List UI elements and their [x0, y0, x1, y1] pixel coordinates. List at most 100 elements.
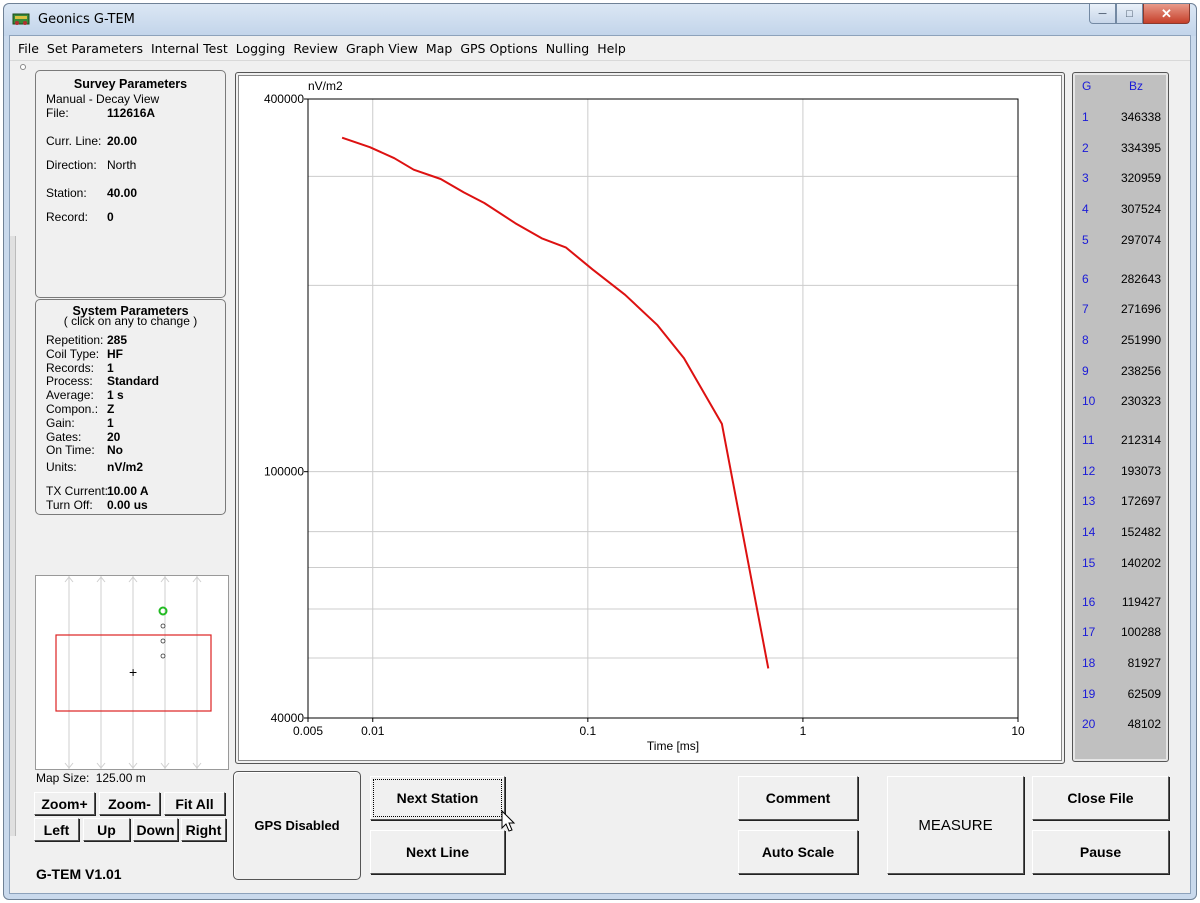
- zoom-in-button[interactable]: Zoom+: [34, 792, 95, 815]
- menu-nulling[interactable]: Nulling: [546, 41, 598, 56]
- comment-button[interactable]: Comment: [738, 776, 858, 820]
- gate-number: 7: [1082, 302, 1089, 317]
- menu-help[interactable]: Help: [597, 41, 634, 56]
- gate-row: 13 172697: [1073, 494, 1170, 510]
- menu-internal-test[interactable]: Internal Test: [151, 41, 236, 56]
- menu-file[interactable]: File: [18, 41, 47, 56]
- gate-number: 4: [1082, 202, 1089, 217]
- system-param-label: Repetition:: [46, 333, 104, 347]
- system-param-value[interactable]: 285: [107, 333, 127, 347]
- system-param-value[interactable]: Standard: [107, 374, 159, 388]
- station-point: [160, 653, 166, 659]
- gate-bz-value: 282643: [1120, 271, 1161, 286]
- x-tick-label: 0.1: [579, 724, 596, 738]
- view-mode-label: Manual - Decay View: [46, 92, 160, 106]
- maximize-icon: □: [1126, 7, 1133, 20]
- menu-logging[interactable]: Logging: [236, 41, 294, 56]
- system-param-value[interactable]: 20: [107, 430, 120, 444]
- pan-down-button[interactable]: Down: [133, 818, 178, 841]
- x-axis-label: Time [ms]: [647, 739, 699, 753]
- system-param-label: Process:: [46, 374, 93, 389]
- gate-bz-value: 100288: [1120, 625, 1161, 640]
- map-size-value: 125.00 m: [95, 771, 146, 785]
- gate-row: 15 140202: [1073, 556, 1170, 572]
- window-title: Geonics G-TEM: [38, 12, 135, 27]
- system-param-value[interactable]: 1: [107, 416, 114, 430]
- survey-map[interactable]: +: [35, 575, 229, 770]
- pan-right-button[interactable]: Right: [181, 818, 226, 841]
- turn-off-value[interactable]: 0.00 us: [107, 498, 148, 512]
- title-bar[interactable]: Geonics G-TEM ─ □ ✕: [4, 4, 1196, 36]
- gate-bz-value: 346338: [1120, 110, 1161, 124]
- close-file-button[interactable]: Close File: [1032, 776, 1169, 820]
- close-window-button[interactable]: ✕: [1143, 4, 1190, 24]
- next-station-button[interactable]: Next Station: [370, 776, 505, 820]
- gate-number: 11: [1082, 433, 1095, 447]
- zoom-out-button[interactable]: Zoom-: [99, 792, 160, 815]
- maximize-button[interactable]: □: [1116, 4, 1143, 24]
- gate-number: 6: [1082, 271, 1089, 286]
- system-param-value[interactable]: 1 s: [107, 388, 124, 402]
- gps-status-text: GPS Disabled: [254, 818, 340, 833]
- gate-bz-value: 193073: [1120, 463, 1161, 478]
- y-tick-label: 400000: [264, 92, 304, 106]
- gate-row: 8 251990: [1073, 333, 1170, 349]
- measure-button[interactable]: MEASURE: [887, 776, 1024, 874]
- gate-row: 9 238256: [1073, 364, 1170, 380]
- gate-number: 17: [1082, 625, 1096, 640]
- auto-scale-button[interactable]: Auto Scale: [738, 830, 858, 874]
- gate-row: 19 62509: [1073, 687, 1170, 703]
- direction-value[interactable]: North: [107, 158, 136, 172]
- system-param-value[interactable]: Z: [107, 402, 114, 416]
- menu-bar: File Set Parameters Internal Test Loggin…: [10, 36, 1190, 61]
- system-parameters-hint: ( click on any to change ): [63, 314, 198, 328]
- gate-number: 14: [1082, 525, 1096, 540]
- tx-current-value[interactable]: 10.00 A: [107, 484, 149, 498]
- station-label: Station:: [46, 186, 87, 200]
- gate-number: 3: [1082, 171, 1089, 186]
- file-label: File:: [46, 106, 69, 120]
- minimize-button[interactable]: ─: [1089, 4, 1116, 24]
- decay-plot[interactable]: 0.005 0.01 0.1 1 10 40000 100000 400000 Time [ms…: [235, 72, 1065, 764]
- record-label: Record:: [46, 210, 89, 224]
- gate-row: 10 230323: [1073, 394, 1170, 410]
- gate-row: 7 271696: [1073, 302, 1170, 318]
- system-param-value[interactable]: HF: [107, 347, 123, 361]
- line-value[interactable]: 20.00: [107, 134, 137, 148]
- gate-number: 16: [1082, 594, 1096, 609]
- system-param-value[interactable]: 1: [107, 361, 114, 375]
- menu-set-parameters[interactable]: Set Parameters: [47, 41, 151, 56]
- units-value[interactable]: nV/m2: [107, 460, 143, 474]
- version-label: G-TEM V1.01: [36, 866, 122, 882]
- gate-row: 17 100288: [1073, 625, 1170, 641]
- fit-all-button[interactable]: Fit All: [164, 792, 225, 815]
- gate-row: 2 334395: [1073, 141, 1170, 157]
- pan-left-button[interactable]: Left: [34, 818, 79, 841]
- system-param-label: Records:: [46, 360, 95, 375]
- gate-number: 10: [1082, 394, 1096, 409]
- resize-grip-icon: [20, 64, 26, 70]
- menu-gps-options[interactable]: GPS Options: [460, 41, 545, 56]
- file-value[interactable]: 112616A: [107, 106, 155, 120]
- decay-chart: 0.005 0.01 0.1 1 10 40000 100000 400000 Time [ms…: [264, 79, 1025, 753]
- station-value[interactable]: 40.00: [107, 186, 137, 200]
- menu-map[interactable]: Map: [426, 41, 460, 56]
- gate-bz-value: 62509: [1127, 686, 1161, 701]
- direction-label: Direction:: [46, 158, 97, 172]
- pause-button[interactable]: Pause: [1032, 830, 1169, 874]
- line-label: Curr. Line:: [46, 134, 102, 148]
- tx-current-label: TX Current:: [46, 484, 109, 498]
- menu-review[interactable]: Review: [293, 41, 346, 56]
- survey-parameters-title: Survey Parameters: [73, 77, 188, 91]
- gate-bz-value: 48102: [1127, 717, 1161, 732]
- pan-up-button[interactable]: Up: [83, 818, 130, 841]
- gate-row: 4 307524: [1073, 202, 1170, 218]
- gate-row: 20 48102: [1073, 717, 1170, 733]
- x-tick-label: 1: [800, 724, 807, 738]
- menu-graph-view[interactable]: Graph View: [346, 41, 426, 56]
- next-line-button[interactable]: Next Line: [370, 830, 505, 874]
- map-size-label: Map Size:: [36, 771, 90, 785]
- gate-number: 2: [1082, 140, 1089, 155]
- system-param-value[interactable]: No: [107, 443, 123, 457]
- gate-bz-value: 81927: [1127, 655, 1161, 670]
